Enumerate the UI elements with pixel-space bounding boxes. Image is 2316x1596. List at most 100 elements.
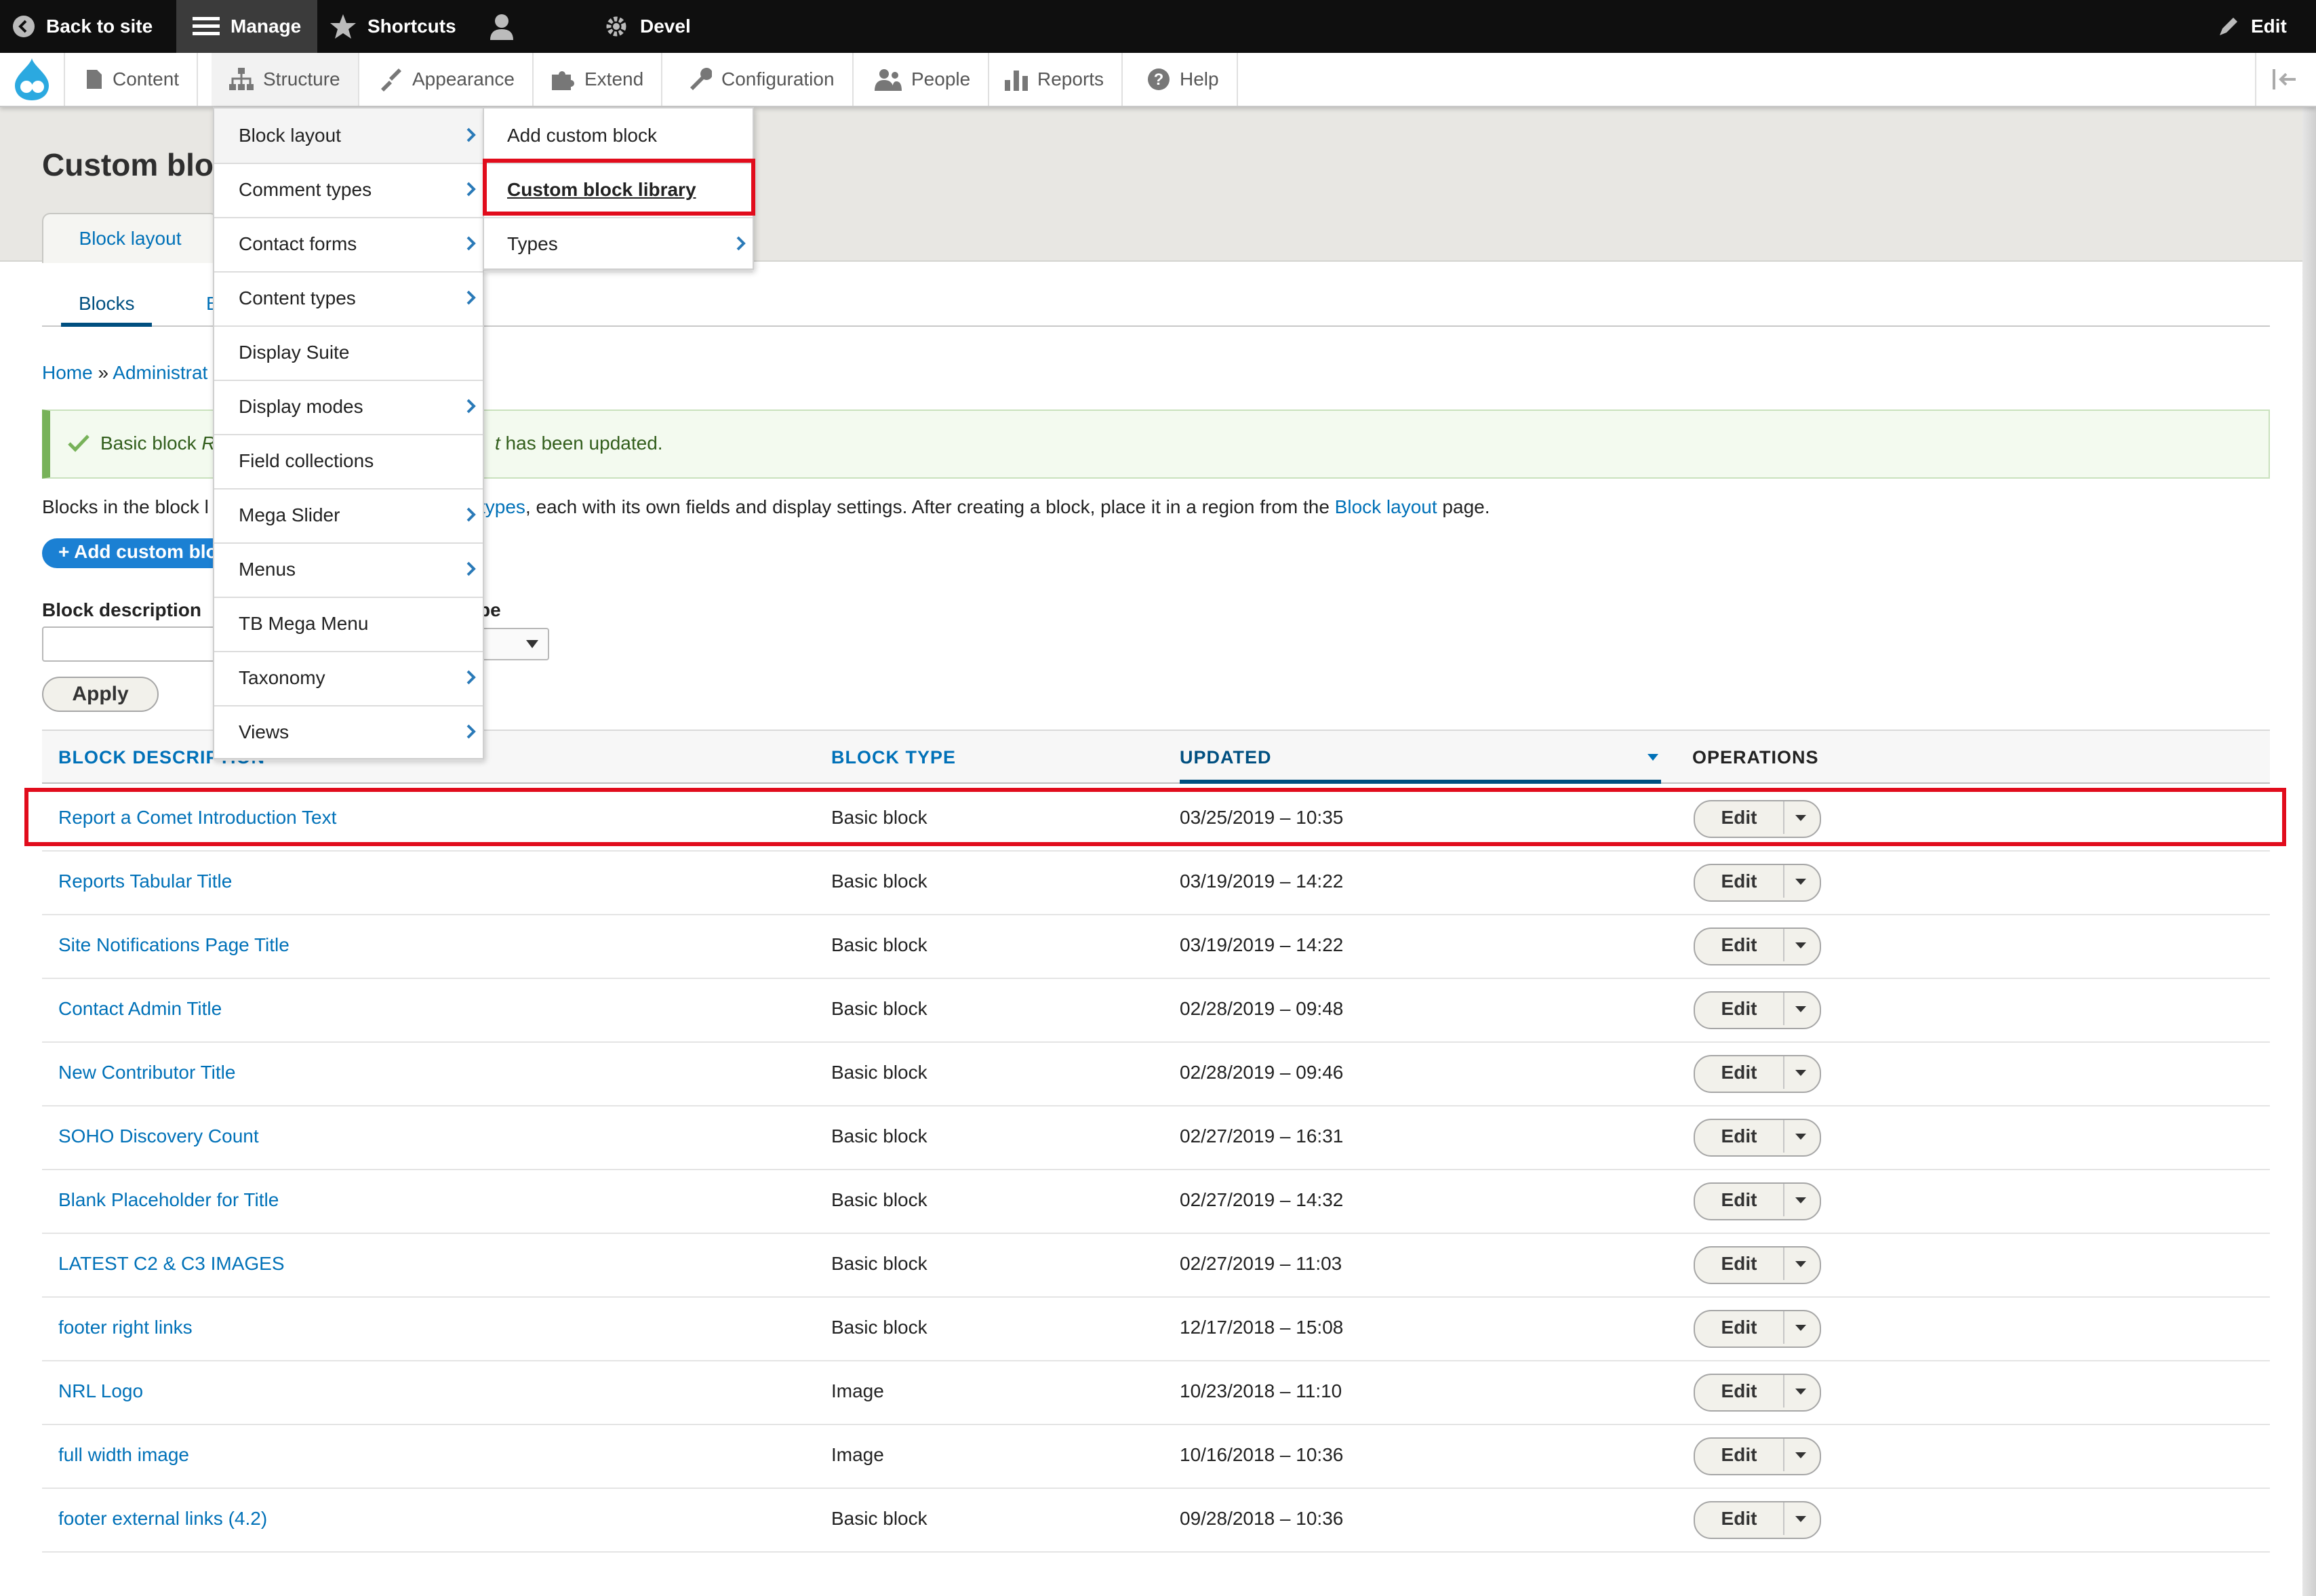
edit-button[interactable]: Edit bbox=[1695, 993, 1784, 1025]
block-description-link[interactable]: Blank Placeholder for Title bbox=[58, 1189, 279, 1211]
operations-toggle[interactable] bbox=[1784, 1502, 1817, 1535]
tray-reports[interactable]: Reports bbox=[987, 53, 1123, 106]
operations-toggle[interactable] bbox=[1784, 1056, 1817, 1089]
chevron-right-icon bbox=[466, 182, 476, 197]
menu-item-label: Content types bbox=[239, 287, 356, 308]
menu-item-label: Contact forms bbox=[239, 233, 357, 254]
submenu-item[interactable]: Add custom block bbox=[484, 108, 753, 164]
devel-tab[interactable]: Devel bbox=[603, 0, 691, 53]
structure-menu-item[interactable]: Taxonomy bbox=[214, 651, 483, 706]
block-types-link[interactable]: types bbox=[480, 496, 525, 517]
edit-button[interactable]: Edit bbox=[1695, 1502, 1784, 1535]
tab-block-layout[interactable]: Block layout bbox=[42, 213, 218, 263]
structure-menu-item[interactable]: Field collections bbox=[214, 434, 483, 490]
block-description-link[interactable]: NRL Logo bbox=[58, 1380, 143, 1402]
edit-button[interactable]: Edit bbox=[1695, 1184, 1784, 1216]
structure-menu-item[interactable]: TB Mega Menu bbox=[214, 597, 483, 652]
structure-menu-item[interactable]: Display Suite bbox=[214, 325, 483, 381]
structure-menu-item[interactable]: Content types bbox=[214, 271, 483, 327]
block-description-filter-input[interactable] bbox=[42, 626, 218, 662]
block-description-link[interactable]: Reports Tabular Title bbox=[58, 871, 232, 892]
th-block-type[interactable]: BLOCK TYPE bbox=[831, 747, 956, 768]
tray-orientation-toggle[interactable] bbox=[2255, 53, 2313, 106]
edit-button[interactable]: Edit bbox=[1695, 1056, 1784, 1089]
chevron-down-icon bbox=[1795, 1261, 1806, 1267]
manage-tab[interactable]: Manage bbox=[176, 0, 318, 53]
structure-menu-item[interactable]: Contact forms bbox=[214, 217, 483, 273]
operations-toggle[interactable] bbox=[1784, 993, 1817, 1025]
back-to-site-label: Back to site bbox=[46, 16, 153, 37]
operations-toggle[interactable] bbox=[1784, 1120, 1817, 1153]
hamburger-icon bbox=[193, 17, 220, 35]
structure-menu-item[interactable]: Mega Slider bbox=[214, 488, 483, 544]
tab-blocks[interactable]: Blocks bbox=[79, 293, 134, 315]
submenu-indicator bbox=[462, 557, 480, 585]
block-type-cell: Basic block bbox=[831, 1508, 927, 1529]
structure-menu-item[interactable]: Block layout bbox=[214, 108, 483, 164]
tray-content[interactable]: Content bbox=[68, 53, 199, 106]
breadcrumb-home[interactable]: Home bbox=[42, 362, 93, 383]
drupal-logo[interactable] bbox=[0, 53, 65, 106]
block-description-link[interactable]: full width image bbox=[58, 1444, 189, 1466]
block-description-link[interactable]: LATEST C2 & C3 IMAGES bbox=[58, 1253, 285, 1275]
edit-toggle[interactable]: Edit bbox=[2217, 0, 2287, 53]
block-description-link[interactable]: New Contributor Title bbox=[58, 1062, 235, 1083]
block-description-link[interactable]: Contact Admin Title bbox=[58, 998, 222, 1020]
block-description-link[interactable]: footer external links (4.2) bbox=[58, 1508, 267, 1530]
block-description-link[interactable]: footer right links bbox=[58, 1317, 193, 1338]
chevron-down-icon bbox=[1795, 1070, 1806, 1076]
chevron-right-icon bbox=[466, 507, 476, 522]
table-row: Site Notifications Page Title Basic block… bbox=[42, 914, 2270, 979]
structure-menu-item[interactable]: Comment types bbox=[214, 163, 483, 218]
edit-button[interactable]: Edit bbox=[1695, 1375, 1784, 1408]
operations-toggle[interactable] bbox=[1784, 1439, 1817, 1471]
th-updated[interactable]: UPDATED bbox=[1180, 747, 1272, 768]
table-row: footer right links Basic block 12/17/2018 … bbox=[42, 1296, 2270, 1361]
edit-button[interactable]: Edit bbox=[1695, 865, 1784, 898]
back-to-site-link[interactable]: Back to site bbox=[12, 0, 153, 53]
structure-menu-item[interactable]: Menus bbox=[214, 542, 483, 598]
tray-configuration[interactable]: Configuration bbox=[670, 53, 854, 106]
breadcrumb-administration[interactable]: Administrat bbox=[113, 362, 207, 383]
submenu-item[interactable]: Types bbox=[484, 217, 753, 273]
edit-button[interactable]: Edit bbox=[1695, 1311, 1784, 1344]
sort-active-indicator bbox=[1180, 780, 1661, 784]
operations-dropbutton: Edit bbox=[1694, 864, 1821, 902]
edit-button[interactable]: Edit bbox=[1695, 1120, 1784, 1153]
operations-toggle[interactable] bbox=[1784, 1248, 1817, 1280]
chevron-down-icon bbox=[526, 640, 538, 648]
apply-button[interactable]: Apply bbox=[42, 677, 159, 712]
chevron-right-icon bbox=[466, 236, 476, 251]
tray-appearance[interactable]: Appearance bbox=[361, 53, 534, 106]
block-type-cell: Basic block bbox=[831, 1062, 927, 1083]
submenu-item-label: Types bbox=[507, 233, 558, 254]
block-description-link[interactable]: Site Notifications Page Title bbox=[58, 934, 290, 956]
tray-extend[interactable]: Extend bbox=[533, 53, 663, 106]
wrench-icon bbox=[690, 68, 712, 90]
structure-menu-item[interactable]: Display modes bbox=[214, 380, 483, 435]
operations-toggle[interactable] bbox=[1784, 1184, 1817, 1216]
edit-button[interactable]: Edit bbox=[1695, 1439, 1784, 1471]
operations-toggle[interactable] bbox=[1784, 929, 1817, 961]
structure-menu-item[interactable]: Views bbox=[214, 705, 483, 761]
table-row: full width image Image 10/16/2018 – 10:36 E… bbox=[42, 1424, 2270, 1489]
document-icon bbox=[87, 70, 102, 89]
block-layout-link[interactable]: Block layout bbox=[1335, 496, 1437, 517]
tray-label-reports: Reports bbox=[1037, 68, 1104, 89]
user-tab[interactable] bbox=[488, 0, 515, 53]
shortcuts-tab[interactable]: Shortcuts bbox=[330, 0, 456, 53]
operations-toggle[interactable] bbox=[1784, 865, 1817, 898]
edit-button[interactable]: Edit bbox=[1695, 1248, 1784, 1280]
block-description-filter-label: Block description bbox=[42, 599, 201, 620]
add-custom-block-button[interactable]: + Add custom blo bbox=[42, 538, 232, 568]
table-row: SOHO Discovery Count Basic block 02/27/201… bbox=[42, 1105, 2270, 1170]
block-description-link[interactable]: SOHO Discovery Count bbox=[58, 1125, 259, 1147]
tray-help[interactable]: ? Help bbox=[1130, 53, 1238, 106]
highlight-outline-menu bbox=[483, 159, 755, 216]
menu-item-label: Field collections bbox=[239, 450, 374, 471]
tray-structure[interactable]: Structure bbox=[212, 53, 359, 106]
operations-toggle[interactable] bbox=[1784, 1311, 1817, 1344]
operations-toggle[interactable] bbox=[1784, 1375, 1817, 1408]
tray-people[interactable]: People bbox=[857, 53, 990, 106]
edit-button[interactable]: Edit bbox=[1695, 929, 1784, 961]
